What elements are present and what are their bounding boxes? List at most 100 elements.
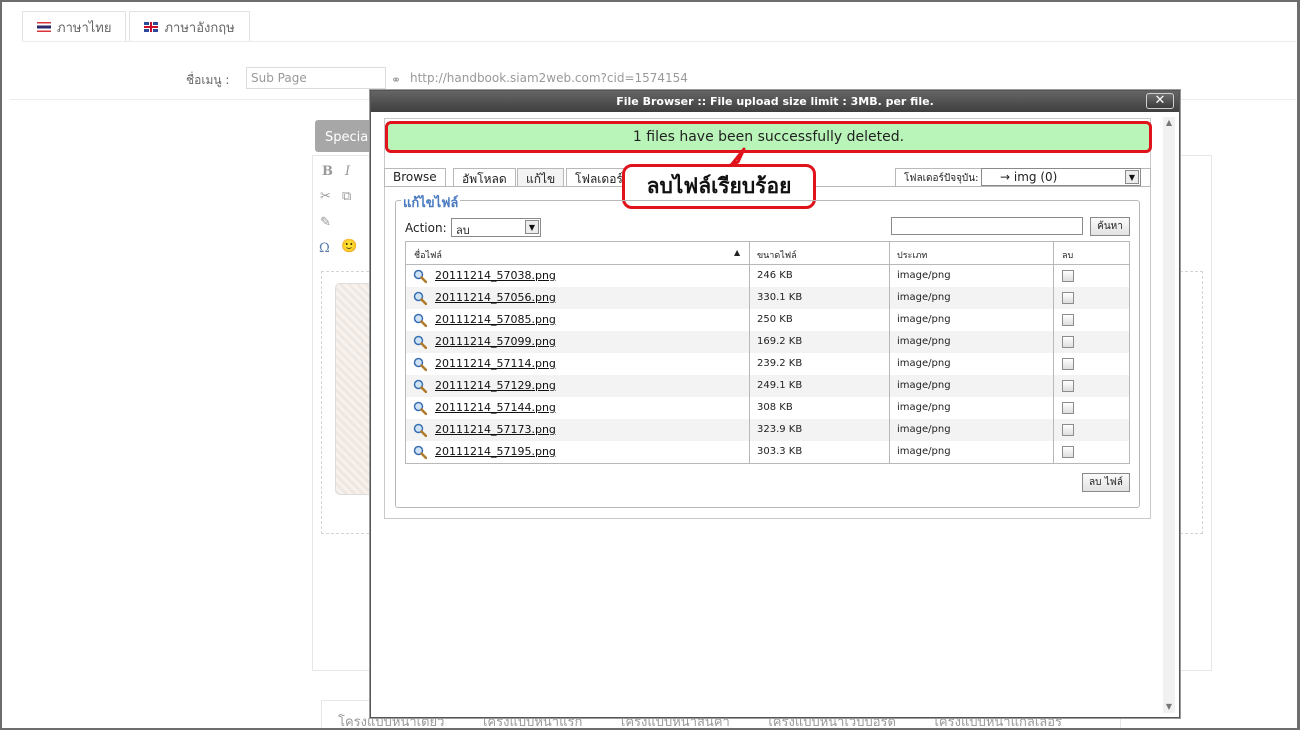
file-type: image/png xyxy=(897,380,951,391)
link-icon: ⚭ xyxy=(391,73,402,87)
file-type: image/png xyxy=(897,402,951,413)
file-name-link[interactable]: 20111214_57099.png xyxy=(435,335,556,348)
search-button[interactable]: ค้นหา xyxy=(1090,217,1130,236)
delete-checkbox[interactable] xyxy=(1062,314,1074,326)
delete-checkbox[interactable] xyxy=(1062,380,1074,392)
file-browser-dialog: File Browser :: File upload size limit :… xyxy=(370,90,1180,718)
magnifier-icon[interactable] xyxy=(413,445,427,459)
file-name-link[interactable]: 20111214_57129.png xyxy=(435,379,556,392)
action-value: ลบ xyxy=(456,224,470,237)
delete-checkbox[interactable] xyxy=(1062,358,1074,370)
special-tab[interactable]: Special xyxy=(315,120,375,152)
current-folder-select[interactable]: → img (0) ▼ xyxy=(981,168,1141,186)
magnifier-icon[interactable] xyxy=(413,357,427,371)
file-type: image/png xyxy=(897,424,951,435)
delete-checkbox[interactable] xyxy=(1062,292,1074,304)
column-type[interactable]: ประเภท xyxy=(889,242,927,264)
column-divider xyxy=(749,242,750,463)
magnifier-icon[interactable] xyxy=(413,379,427,393)
magnifier-icon[interactable] xyxy=(413,401,427,415)
delete-files-button[interactable]: ลบ ไฟล์ xyxy=(1082,473,1130,492)
delete-checkbox[interactable] xyxy=(1062,270,1074,282)
omega-icon[interactable]: Ω xyxy=(319,241,330,256)
scroll-up-icon[interactable]: ▲ xyxy=(1163,117,1175,129)
delete-checkbox[interactable] xyxy=(1062,446,1074,458)
chevron-down-icon[interactable]: ▼ xyxy=(1125,170,1139,184)
edit-file-legend: แก้ไขไฟล์ xyxy=(401,192,461,213)
action-label: Action: xyxy=(405,221,447,235)
table-row: 20111214_57114.png 239.2 KB image/png xyxy=(406,353,1129,375)
table-row: 20111214_57173.png 323.9 KB image/png xyxy=(406,419,1129,441)
file-size: 303.3 KB xyxy=(757,446,803,457)
edit-icon[interactable]: ✎ xyxy=(320,215,331,230)
file-size: 249.1 KB xyxy=(757,380,803,391)
file-type: image/png xyxy=(897,358,951,369)
tab-edit[interactable]: แก้ไข xyxy=(517,168,565,187)
cut-icon[interactable]: ✂ xyxy=(320,189,331,204)
search-input[interactable] xyxy=(891,217,1083,235)
file-name-link[interactable]: 20111214_57173.png xyxy=(435,423,556,436)
file-size: 169.2 KB xyxy=(757,336,803,347)
thai-flag-icon xyxy=(37,22,51,32)
menu-name-label: ชื่อเมนู : xyxy=(186,73,230,87)
tab-thai-label: ภาษาไทย xyxy=(57,20,112,36)
magnifier-icon[interactable] xyxy=(413,423,427,437)
magnifier-icon[interactable] xyxy=(413,313,427,327)
bold-button[interactable]: B xyxy=(322,164,333,179)
table-row: 20111214_57195.png 303.3 KB image/png xyxy=(406,441,1129,463)
file-type: image/png xyxy=(897,336,951,347)
smiley-icon[interactable]: 🙂 xyxy=(341,239,357,254)
file-size: 323.9 KB xyxy=(757,424,803,435)
file-table: ชื่อไฟล์ ▲ ขนาดไฟล์ ประเภท ลบ 20111214_5… xyxy=(405,241,1130,464)
file-size: 239.2 KB xyxy=(757,358,803,369)
magnifier-icon[interactable] xyxy=(413,269,427,283)
table-row: 20111214_57099.png 169.2 KB image/png xyxy=(406,331,1129,353)
tab-thai[interactable]: ภาษาไทย xyxy=(22,11,127,42)
success-message: 1 files have been successfully deleted. xyxy=(385,121,1152,153)
dialog-scrollbar[interactable]: ▲ ▼ xyxy=(1163,117,1175,713)
file-name-link[interactable]: 20111214_57144.png xyxy=(435,401,556,414)
file-size: 246 KB xyxy=(757,270,793,281)
file-size: 308 KB xyxy=(757,402,793,413)
column-name[interactable]: ชื่อไฟล์ xyxy=(406,242,442,264)
menu-url[interactable]: http://handbook.siam2web.com?cid=1574154 xyxy=(410,71,688,85)
file-type: image/png xyxy=(897,292,951,303)
uk-flag-icon xyxy=(144,22,159,32)
magnifier-icon[interactable] xyxy=(413,335,427,349)
file-size: 250 KB xyxy=(757,314,793,325)
action-select[interactable]: ลบ ▼ xyxy=(451,218,541,237)
column-divider xyxy=(1053,242,1054,463)
scroll-down-icon[interactable]: ▼ xyxy=(1163,701,1175,713)
copy-icon[interactable]: ⧉ xyxy=(342,189,351,204)
italic-button[interactable]: I xyxy=(345,164,350,179)
tab-english-label: ภาษาอังกฤษ xyxy=(164,20,235,36)
file-name-link[interactable]: 20111214_57085.png xyxy=(435,313,556,326)
table-row: 20111214_57129.png 249.1 KB image/png xyxy=(406,375,1129,397)
file-size: 330.1 KB xyxy=(757,292,803,303)
table-row: 20111214_57038.png 246 KB image/png xyxy=(406,265,1129,287)
file-type: image/png xyxy=(897,446,951,457)
tab-browse[interactable]: Browse xyxy=(384,168,446,187)
tab-english[interactable]: ภาษาอังกฤษ xyxy=(129,11,250,42)
chevron-down-icon[interactable]: ▼ xyxy=(525,220,539,234)
delete-checkbox[interactable] xyxy=(1062,402,1074,414)
column-delete: ลบ xyxy=(1062,251,1074,261)
language-tabs: ภาษาไทย ภาษาอังกฤษ xyxy=(22,11,253,42)
sort-asc-icon[interactable]: ▲ xyxy=(734,248,740,257)
column-size[interactable]: ขนาดไฟล์ xyxy=(749,242,797,264)
dialog-titlebar[interactable]: File Browser :: File upload size limit :… xyxy=(371,91,1179,112)
editor-image xyxy=(335,283,375,495)
dialog-title: File Browser :: File upload size limit :… xyxy=(616,95,934,108)
file-name-link[interactable]: 20111214_57038.png xyxy=(435,269,556,282)
delete-checkbox[interactable] xyxy=(1062,336,1074,348)
file-name-link[interactable]: 20111214_57056.png xyxy=(435,291,556,304)
table-row: 20111214_57056.png 330.1 KB image/png xyxy=(406,287,1129,309)
magnifier-icon[interactable] xyxy=(413,291,427,305)
menu-name-input[interactable] xyxy=(246,67,386,89)
file-name-link[interactable]: 20111214_57195.png xyxy=(435,445,556,458)
file-name-link[interactable]: 20111214_57114.png xyxy=(435,357,556,370)
close-button[interactable]: ✕ xyxy=(1146,93,1174,109)
tab-upload[interactable]: อัพโหลด xyxy=(453,168,516,187)
current-folder-value: → img (0) xyxy=(1000,170,1058,184)
delete-checkbox[interactable] xyxy=(1062,424,1074,436)
